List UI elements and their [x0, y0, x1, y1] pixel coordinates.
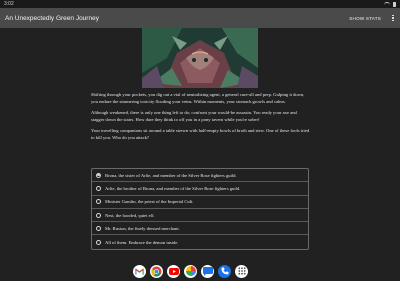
choice-label: All of them. Embrace the demon inside. [105, 239, 179, 245]
gmail-icon[interactable] [133, 264, 146, 278]
chrome-icon[interactable] [150, 264, 163, 278]
radio-selected-icon[interactable] [96, 172, 101, 178]
story-paragraph: Shifting through your pockets, you dig o… [91, 92, 305, 104]
choice-label: Minister Gamlin, the priest of the Imper… [105, 199, 194, 205]
choice-label: Mr. Ruston, the finely dressed merchant. [105, 225, 180, 231]
choice-option[interactable]: All of them. Embrace the demon inside. [92, 235, 308, 248]
wifi-icon [384, 2, 390, 6]
battery-icon [393, 1, 396, 7]
radio-icon[interactable] [96, 225, 101, 231]
radio-icon[interactable] [96, 199, 101, 205]
messages-icon[interactable] [201, 264, 214, 278]
app-dock [133, 264, 248, 278]
choice-label: Brona, the sister of Arlie, and member o… [105, 172, 237, 178]
choice-label: Arlie, the brother of Brona, and member … [105, 185, 241, 191]
radio-icon[interactable] [96, 185, 101, 191]
choice-label: Nest, the hooded, quiet elf. [105, 212, 155, 218]
status-icons [384, 1, 396, 7]
choice-list: Brona, the sister of Arlie, and member o… [91, 168, 309, 250]
photos-icon[interactable] [184, 264, 197, 278]
phone-icon[interactable] [218, 264, 231, 278]
app-bar: An Unexpectedly Green Journey SHOW STATS [0, 8, 400, 28]
radio-icon[interactable] [96, 212, 101, 218]
status-bar: 3:02 [0, 0, 400, 8]
choice-option[interactable]: Minister Gamlin, the priest of the Imper… [92, 196, 308, 209]
app-title: An Unexpectedly Green Journey [5, 14, 99, 22]
choice-option[interactable]: Nest, the hooded, quiet elf. [92, 209, 308, 223]
choice-option[interactable]: Arlie, the brother of Brona, and member … [92, 182, 308, 196]
story-text: Shifting through your pockets, you dig o… [91, 91, 311, 145]
choice-option[interactable]: Mr. Ruston, the finely dressed merchant. [92, 222, 308, 236]
overflow-menu-icon[interactable] [391, 14, 395, 23]
story-illustration [142, 28, 258, 88]
story-paragraph: Your travelling companions sit around a … [91, 128, 310, 140]
radio-icon[interactable] [96, 239, 101, 245]
apps-icon[interactable] [235, 264, 248, 278]
youtube-icon[interactable] [167, 264, 180, 278]
story-paragraph: Although weakened, there is only one thi… [91, 110, 297, 122]
status-time: 3:02 [4, 1, 14, 7]
show-stats-button[interactable]: SHOW STATS [349, 16, 381, 21]
choice-option[interactable]: Brona, the sister of Arlie, and member o… [92, 169, 308, 183]
